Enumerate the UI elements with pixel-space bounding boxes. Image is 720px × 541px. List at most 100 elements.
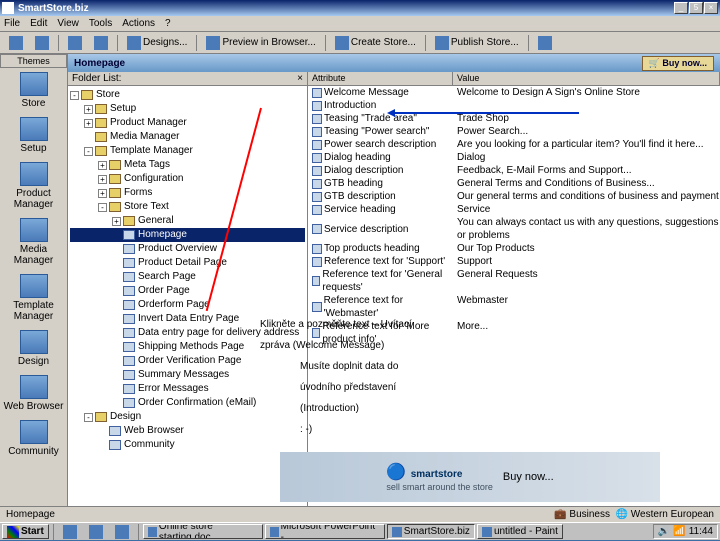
nav-icon — [20, 375, 48, 399]
toolbar: Designs... Preview in Browser... Create … — [0, 32, 720, 54]
clock[interactable]: 11:44 — [689, 526, 713, 537]
buy-now-button[interactable]: 🛒 Buy now... — [642, 56, 714, 71]
attr-icon — [312, 166, 322, 176]
list-row[interactable]: Service headingService — [308, 203, 720, 216]
task-button[interactable]: untitled - Paint — [477, 524, 563, 539]
tool-save[interactable] — [63, 34, 87, 52]
expand-icon[interactable]: + — [84, 105, 93, 114]
quicklaunch[interactable] — [84, 523, 108, 541]
expand-icon[interactable]: - — [84, 413, 93, 422]
list-row[interactable]: Service descriptionYou can always contac… — [308, 216, 720, 242]
list-row[interactable]: Introduction — [308, 99, 720, 112]
tree-node[interactable]: Product Detail Page — [70, 256, 305, 270]
tool-new[interactable] — [4, 34, 28, 52]
smartstore-banner[interactable]: 🔵 smartstore sell smart around the store… — [280, 452, 660, 502]
tree-node[interactable]: +Configuration — [70, 172, 305, 186]
tree-node[interactable]: +Forms — [70, 186, 305, 200]
tree-node[interactable]: Community — [70, 438, 305, 452]
tree-node[interactable]: +Setup — [70, 102, 305, 116]
nav-template-manager[interactable]: Template Manager — [0, 270, 67, 326]
restore-button[interactable]: 5 — [689, 2, 703, 14]
col-attribute[interactable]: Attribute — [308, 72, 453, 85]
folder-tree[interactable]: -Store+Setup+Product ManagerMedia Manage… — [68, 86, 307, 506]
themes-tab[interactable]: Themes — [0, 54, 67, 68]
expand-icon[interactable]: - — [98, 203, 107, 212]
status-business: 💼 Business — [554, 509, 610, 520]
nav-icon — [20, 162, 48, 186]
expand-icon[interactable]: + — [112, 217, 121, 226]
tree-node[interactable]: -Template Manager — [70, 144, 305, 158]
col-value[interactable]: Value — [453, 72, 720, 85]
list-row[interactable]: Dialog headingDialog — [308, 151, 720, 164]
expand-icon[interactable]: - — [70, 91, 79, 100]
tree-node[interactable]: +Meta Tags — [70, 158, 305, 172]
minimize-button[interactable]: _ — [674, 2, 688, 14]
copy-icon — [94, 36, 108, 50]
preview-button[interactable]: Preview in Browser... — [201, 34, 320, 52]
expand-icon[interactable]: - — [84, 147, 93, 156]
ql-icon — [115, 525, 129, 539]
attr-icon — [312, 101, 322, 111]
system-tray[interactable]: 🔊 📶 11:44 — [653, 524, 718, 539]
menu-bar: File Edit View Tools Actions ? — [0, 16, 720, 32]
tray-icon[interactable]: 🔊 — [658, 526, 670, 537]
menu-file[interactable]: File — [4, 18, 20, 29]
nav-web-browser[interactable]: Web Browser — [0, 371, 67, 416]
expand-icon[interactable]: + — [98, 175, 107, 184]
start-button[interactable]: Start — [2, 524, 49, 539]
list-row[interactable]: Dialog descriptionFeedback, E-Mail Forms… — [308, 164, 720, 177]
nav-setup[interactable]: Setup — [0, 113, 67, 158]
task-button[interactable]: Microsoft PowerPoint - ... — [265, 524, 385, 539]
expand-icon[interactable]: + — [84, 119, 93, 128]
attribute-list[interactable]: Welcome MessageWelcome to Design A Sign'… — [308, 86, 720, 506]
close-pane-icon[interactable]: × — [297, 72, 303, 85]
tree-node[interactable]: Search Page — [70, 270, 305, 284]
list-row[interactable]: Reference text for 'Support'Support — [308, 255, 720, 268]
tree-node[interactable]: Homepage — [70, 228, 305, 242]
list-row[interactable]: Teasing "Power search"Power Search... — [308, 125, 720, 138]
publish-store-button[interactable]: Publish Store... — [430, 34, 524, 52]
list-row[interactable]: Welcome MessageWelcome to Design A Sign'… — [308, 86, 720, 99]
designs-button[interactable]: Designs... — [122, 34, 192, 52]
tray-icon[interactable]: 📶 — [673, 526, 685, 537]
menu-actions[interactable]: Actions — [122, 18, 155, 29]
tree-node[interactable]: Orderform Page — [70, 298, 305, 312]
tool-extra[interactable] — [533, 34, 557, 52]
quicklaunch[interactable] — [110, 523, 134, 541]
tree-node[interactable]: -Store — [70, 88, 305, 102]
tree-node[interactable]: Media Manager — [70, 130, 305, 144]
page-icon — [123, 314, 135, 324]
list-row[interactable]: Power search descriptionAre you looking … — [308, 138, 720, 151]
banner-buy[interactable]: Buy now... — [503, 471, 554, 483]
expand-icon[interactable]: + — [98, 161, 107, 170]
banner-sub: sell smart around the store — [386, 482, 493, 492]
create-store-button[interactable]: Create Store... — [330, 34, 421, 52]
tree-node[interactable]: Order Page — [70, 284, 305, 298]
menu-view[interactable]: View — [57, 18, 79, 29]
menu-edit[interactable]: Edit — [30, 18, 47, 29]
nav-community[interactable]: Community — [0, 416, 67, 461]
annotation-text: Klikněte a pozměňte text – Uvítací zpráv… — [260, 314, 620, 440]
task-button[interactable]: SmartStore.biz — [387, 524, 475, 539]
tree-node[interactable]: -Store Text — [70, 200, 305, 214]
tool-copy[interactable] — [89, 34, 113, 52]
menu-help[interactable]: ? — [165, 18, 171, 29]
nav-store[interactable]: Store — [0, 68, 67, 113]
menu-tools[interactable]: Tools — [89, 18, 112, 29]
expand-icon[interactable]: + — [98, 189, 107, 198]
list-row[interactable]: Reference text for 'General requests'Gen… — [308, 268, 720, 294]
tree-node[interactable]: Product Overview — [70, 242, 305, 256]
tool-open[interactable] — [30, 34, 54, 52]
tree-node[interactable]: +General — [70, 214, 305, 228]
list-row[interactable]: GTB descriptionOur general terms and con… — [308, 190, 720, 203]
list-row[interactable]: Top products headingOur Top Products — [308, 242, 720, 255]
list-row[interactable]: GTB headingGeneral Terms and Conditions … — [308, 177, 720, 190]
nav-design[interactable]: Design — [0, 326, 67, 371]
nav-media-manager[interactable]: Media Manager — [0, 214, 67, 270]
task-button[interactable]: Online store starting.doc — [143, 524, 263, 539]
quicklaunch[interactable] — [58, 523, 82, 541]
window-buttons: _ 5 × — [674, 2, 718, 14]
close-button[interactable]: × — [704, 2, 718, 14]
nav-product-manager[interactable]: Product Manager — [0, 158, 67, 214]
tree-node[interactable]: +Product Manager — [70, 116, 305, 130]
